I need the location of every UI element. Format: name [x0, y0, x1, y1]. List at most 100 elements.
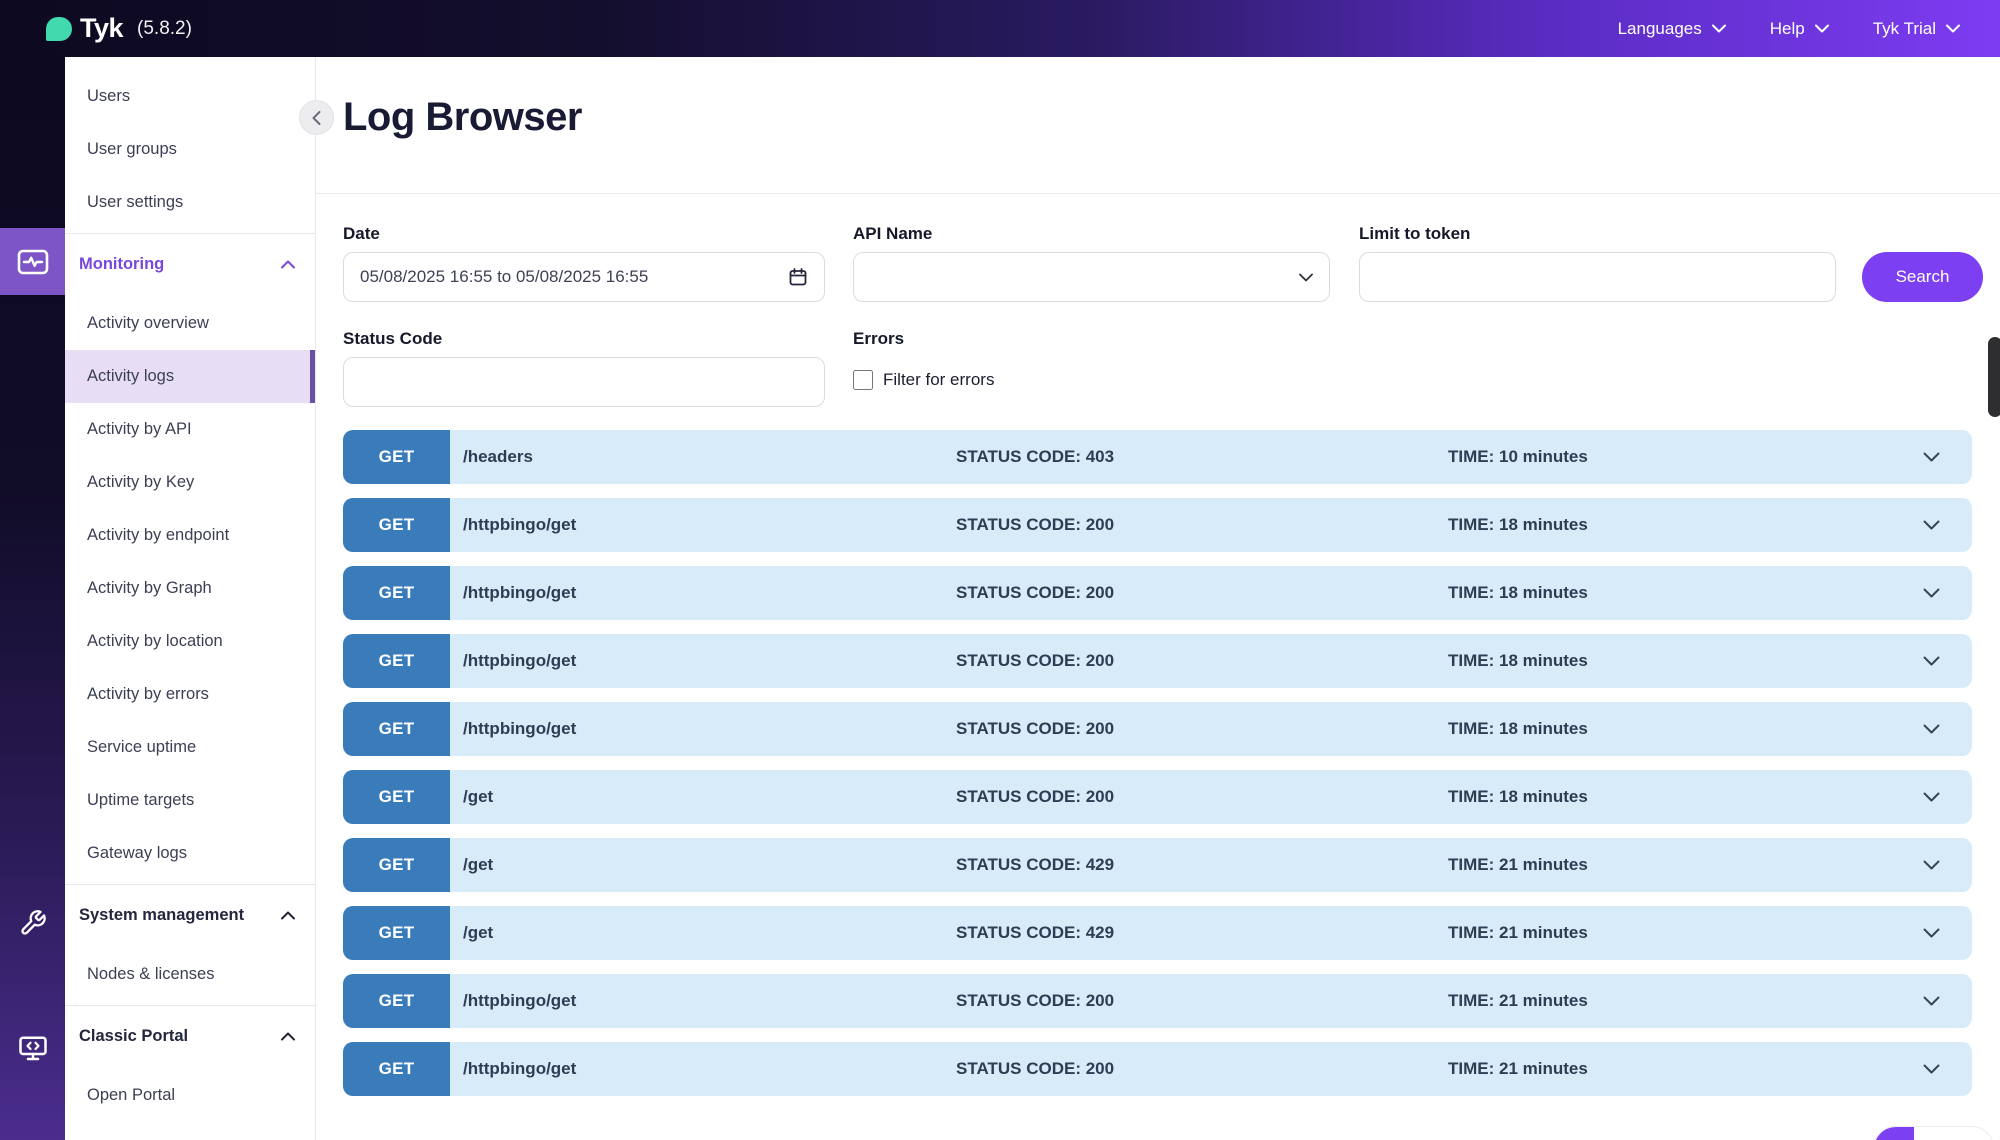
log-list: GET/headersSTATUS CODE: 403TIME: 10 minu…: [343, 430, 1972, 1110]
sidebar-item-activity-logs[interactable]: Activity logs: [65, 350, 315, 403]
log-time: TIME: 21 minutes: [1448, 974, 1588, 1028]
sidebar-item-uptime-targets[interactable]: Uptime targets: [65, 774, 315, 827]
sidebar-item-users[interactable]: Users: [65, 70, 315, 123]
wrench-icon: [19, 909, 47, 937]
main-content: Log Browser Date API Name Limit to token…: [316, 57, 2000, 1140]
sidebar-item-activity-by-location[interactable]: Activity by location: [65, 615, 315, 668]
limit-to-token-label: Limit to token: [1359, 224, 1470, 244]
sidebar-item-activity-by-endpoint[interactable]: Activity by endpoint: [65, 509, 315, 562]
log-path: /get: [463, 770, 493, 824]
log-status: STATUS CODE: 429: [956, 906, 1114, 960]
method-badge: GET: [343, 770, 450, 824]
log-time: TIME: 21 minutes: [1448, 906, 1588, 960]
top-menus: Languages Help Tyk Trial: [1618, 19, 1960, 39]
rail-portal-button[interactable]: [0, 1015, 65, 1082]
rail-system-button[interactable]: [0, 889, 65, 956]
log-time: TIME: 18 minutes: [1448, 498, 1588, 552]
sidebar-item-gateway-logs[interactable]: Gateway logs: [65, 827, 315, 880]
log-row[interactable]: GET/getSTATUS CODE: 429TIME: 21 minutes: [343, 906, 1972, 960]
sidebar-item-activity-by-key[interactable]: Activity by Key: [65, 456, 315, 509]
sidebar-collapse-button[interactable]: [299, 100, 334, 135]
log-row[interactable]: GET/httpbingo/getSTATUS CODE: 200TIME: 2…: [343, 974, 1972, 1028]
menu-tyk-trial[interactable]: Tyk Trial: [1873, 19, 1960, 39]
errors-label: Errors: [853, 329, 904, 349]
menu-label: Tyk Trial: [1873, 19, 1936, 39]
sidebar-item-activity-overview[interactable]: Activity overview: [65, 297, 315, 350]
sidebar-item-label: Users: [87, 87, 130, 106]
date-range-input[interactable]: 05/08/2025 16:55 to 05/08/2025 16:55: [343, 252, 825, 302]
log-row[interactable]: GET/httpbingo/getSTATUS CODE: 200TIME: 1…: [343, 702, 1972, 756]
sidebar-section-classic-portal[interactable]: Classic Portal: [65, 1010, 315, 1063]
log-path: /get: [463, 838, 493, 892]
log-row[interactable]: GET/httpbingo/getSTATUS CODE: 200TIME: 1…: [343, 566, 1972, 620]
log-row[interactable]: GET/getSTATUS CODE: 429TIME: 21 minutes: [343, 838, 1972, 892]
sidebar-item-label: Monitoring: [79, 255, 164, 274]
monitor-code-icon: [18, 1035, 48, 1063]
sidebar-item-user-groups[interactable]: User groups: [65, 123, 315, 176]
sidebar-item-user-settings[interactable]: User settings: [65, 176, 315, 229]
scrollbar-thumb[interactable]: [1988, 337, 2000, 417]
chevron-down-icon[interactable]: [1923, 588, 1940, 598]
calendar-icon[interactable]: [788, 267, 808, 287]
status-code-input[interactable]: [343, 357, 825, 407]
chevron-down-icon[interactable]: [1923, 724, 1940, 734]
limit-to-token-input[interactable]: [1359, 252, 1836, 302]
brand-name: Tyk: [80, 13, 123, 44]
chevron-down-icon[interactable]: [1923, 792, 1940, 802]
menu-languages[interactable]: Languages: [1618, 19, 1726, 39]
chevron-down-icon: [1299, 273, 1313, 282]
chevron-down-icon[interactable]: [1923, 656, 1940, 666]
sidebar-item-label: Activity by API: [87, 420, 192, 439]
log-row[interactable]: GET/httpbingo/getSTATUS CODE: 200TIME: 1…: [343, 634, 1972, 688]
sidebar-item-nodes-licenses[interactable]: Nodes & licenses: [65, 948, 315, 1001]
sidebar-item-label: Gateway logs: [87, 844, 187, 863]
chevron-up-icon: [281, 260, 295, 269]
api-name-label: API Name: [853, 224, 932, 244]
api-name-select[interactable]: [853, 252, 1330, 302]
sidebar-item-open-portal[interactable]: Open Portal: [65, 1069, 315, 1122]
chevron-down-icon[interactable]: [1923, 452, 1940, 462]
log-row[interactable]: GET/headersSTATUS CODE: 403TIME: 10 minu…: [343, 430, 1972, 484]
sidebar-item-service-uptime[interactable]: Service uptime: [65, 721, 315, 774]
menu-help[interactable]: Help: [1770, 19, 1829, 39]
brand[interactable]: Tyk (5.8.2): [46, 13, 192, 44]
log-status: STATUS CODE: 200: [956, 634, 1114, 688]
status-code-label: Status Code: [343, 329, 442, 349]
log-row[interactable]: GET/getSTATUS CODE: 200TIME: 18 minutes: [343, 770, 1972, 824]
sidebar-item-label: Uptime targets: [87, 791, 194, 810]
log-status: STATUS CODE: 200: [956, 974, 1114, 1028]
sidebar-item-label: Activity by Graph: [87, 579, 212, 598]
sidebar-item-activity-by-api[interactable]: Activity by API: [65, 403, 315, 456]
sidebar-item-label: Classic Portal: [79, 1027, 188, 1046]
log-status: STATUS CODE: 200: [956, 702, 1114, 756]
log-row[interactable]: GET/httpbingo/getSTATUS CODE: 200TIME: 2…: [343, 1042, 1972, 1096]
filter-for-errors-checkbox[interactable]: [853, 370, 873, 390]
method-badge: GET: [343, 634, 450, 688]
chevron-down-icon[interactable]: [1923, 860, 1940, 870]
sidebar-item-label: Activity by location: [87, 632, 223, 651]
log-path: /headers: [463, 430, 533, 484]
sidebar-item-label: Activity by Key: [87, 473, 194, 492]
search-button[interactable]: Search: [1862, 252, 1983, 302]
chevron-up-icon: [281, 1032, 295, 1041]
sidebar-section-system-management[interactable]: System management: [65, 889, 315, 942]
sidebar-item-activity-by-graph[interactable]: Activity by Graph: [65, 562, 315, 615]
sidebar-section-monitoring[interactable]: Monitoring: [65, 238, 315, 291]
sidebar-item-activity-by-errors[interactable]: Activity by errors: [65, 668, 315, 721]
chevron-down-icon[interactable]: [1923, 928, 1940, 938]
floating-widget-button[interactable]: [1873, 1126, 1994, 1140]
chevron-up-icon: [281, 911, 295, 920]
chevron-down-icon[interactable]: [1923, 520, 1940, 530]
chevron-down-icon: [1712, 24, 1726, 33]
log-status: STATUS CODE: 200: [956, 498, 1114, 552]
filter-for-errors-label[interactable]: Filter for errors: [883, 370, 994, 390]
date-range-value: 05/08/2025 16:55 to 05/08/2025 16:55: [360, 267, 648, 287]
chevron-down-icon[interactable]: [1923, 1064, 1940, 1074]
chevron-down-icon[interactable]: [1923, 996, 1940, 1006]
tyk-logo-icon: [46, 17, 72, 41]
divider: [316, 193, 2000, 194]
log-row[interactable]: GET/httpbingo/getSTATUS CODE: 200TIME: 1…: [343, 498, 1972, 552]
method-badge: GET: [343, 566, 450, 620]
rail-monitoring-button[interactable]: [0, 228, 65, 295]
sidebar-item-label: Activity by errors: [87, 685, 209, 704]
